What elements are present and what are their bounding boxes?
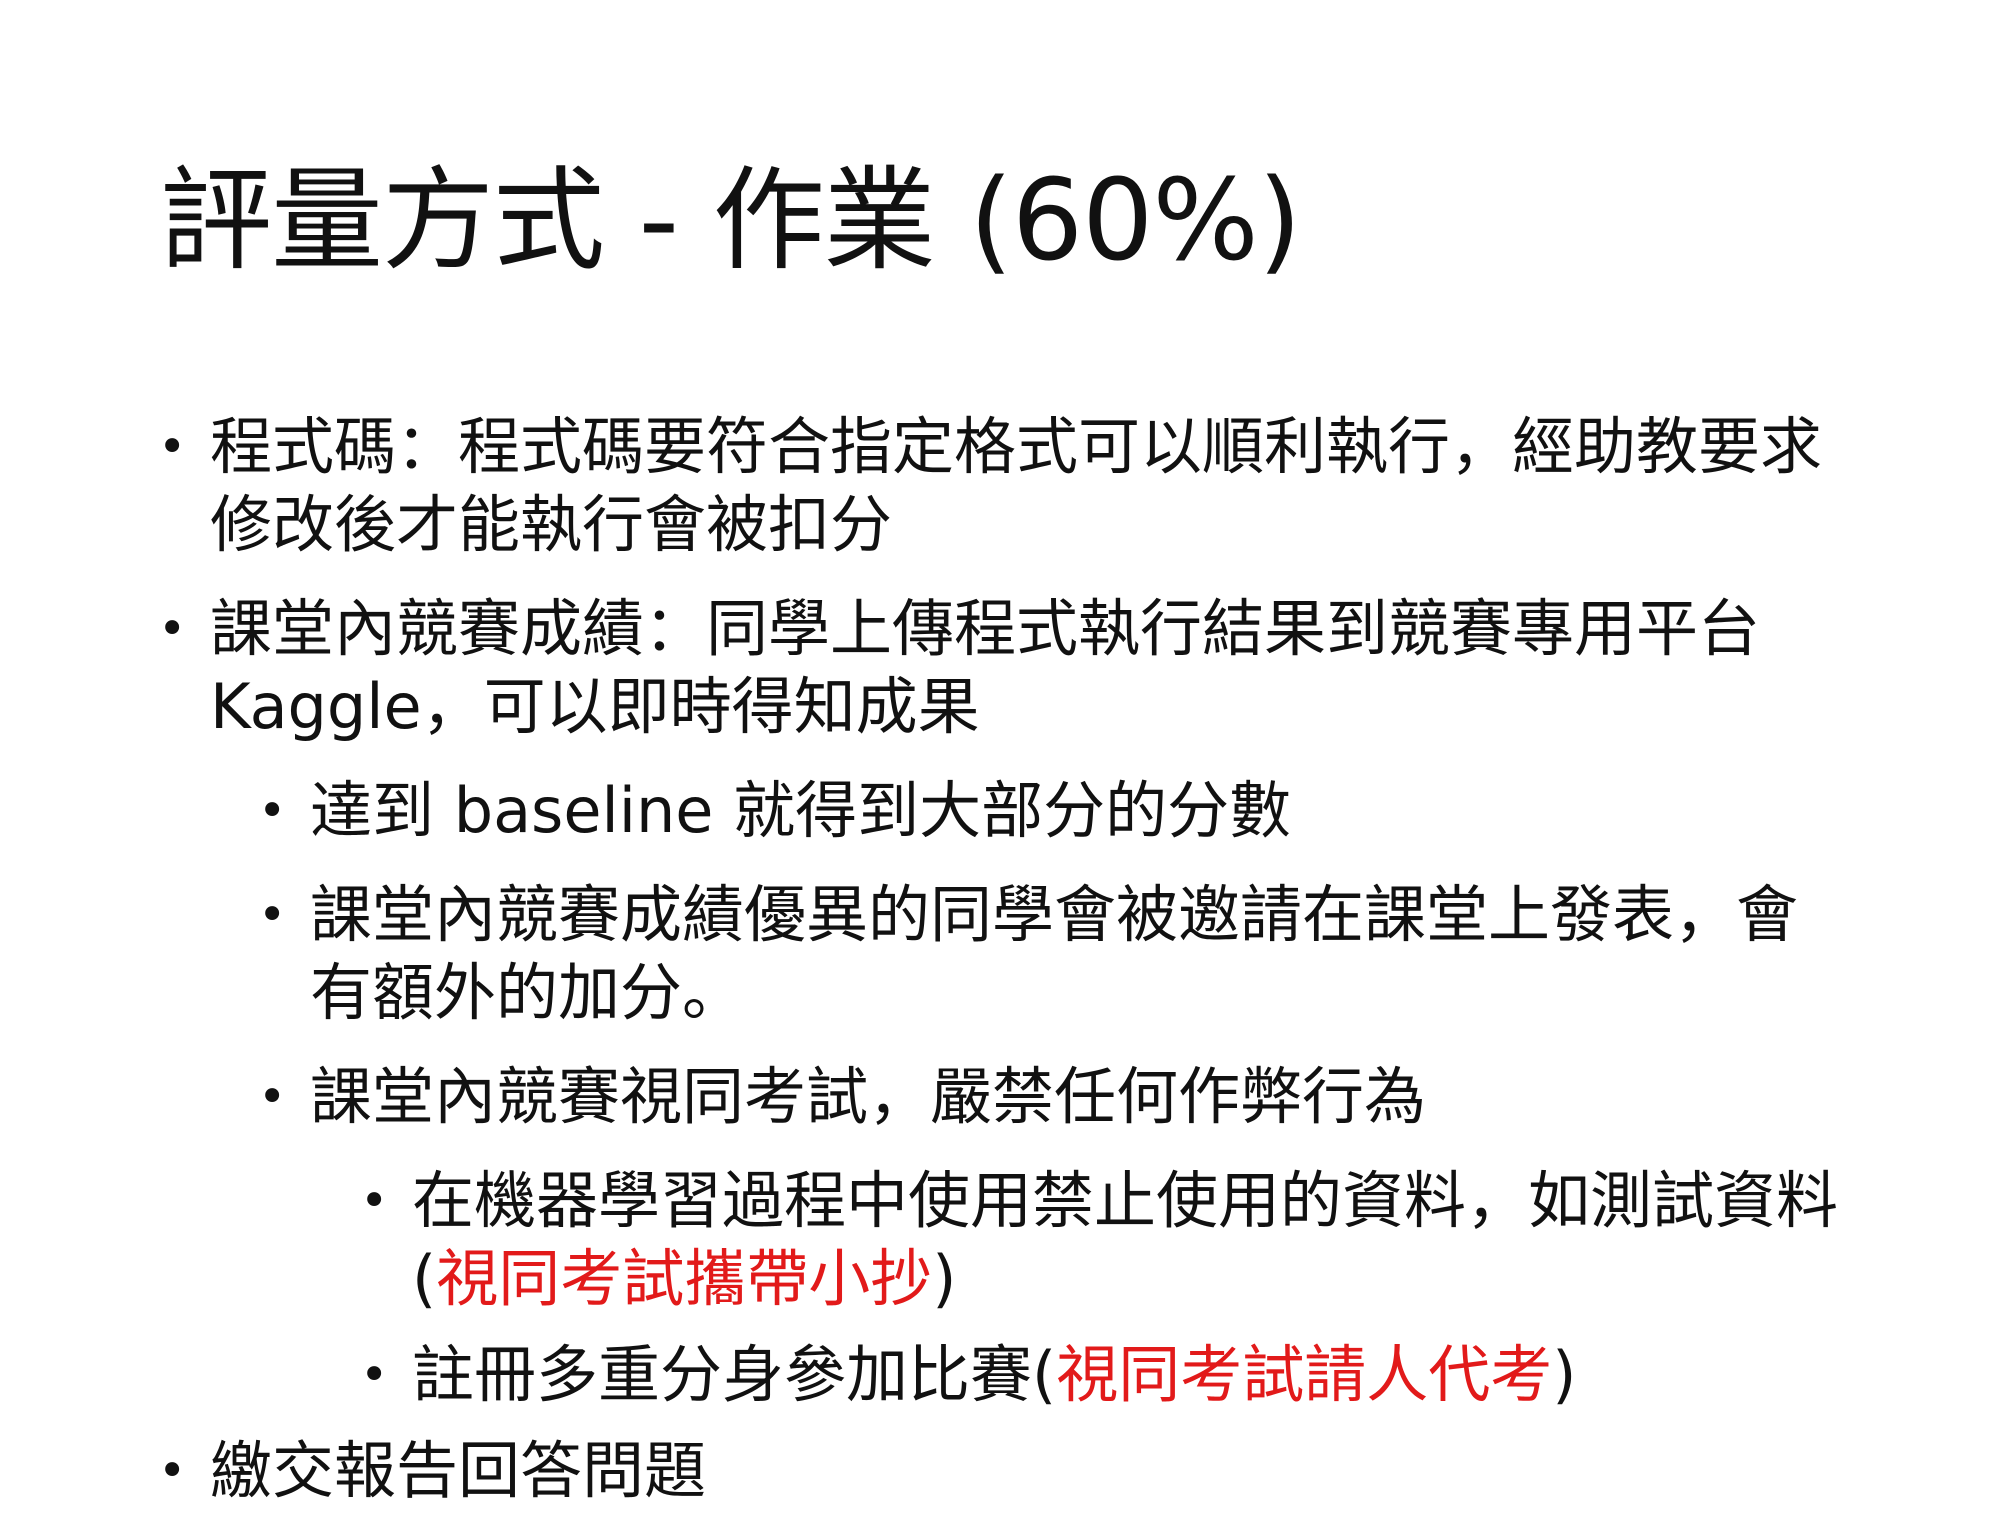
slide: 評量方式 - 作業 (60%) • 程式碼：程式碼要符合指定格式可以順利執行，經…	[0, 0, 2000, 1507]
sub-bullet-item: • 達到 baseline 就得到大部分的分數	[150, 772, 1850, 850]
bullet-dot-icon: •	[258, 1069, 287, 1125]
sub-bullet-item: • 課堂內競賽成績優異的同學會被邀請在課堂上發表，會有額外的加分。	[150, 876, 1850, 1032]
bullet-text-group: 在機器學習過程中使用禁止使用的資料，如測試資料(視同考試攜帶小抄)	[412, 1162, 1850, 1318]
bullet-text: 程式碼：程式碼要符合指定格式可以順利執行，經助教要求修改後才能執行會被扣分	[210, 410, 1823, 561]
bullet-text-group: 註冊多重分身參加比賽(視同考試請人代考)	[412, 1336, 1850, 1414]
bullet-item: • 課堂內競賽成績：同學上傳程式執行結果到競賽專用平台 Kaggle，可以即時得…	[150, 590, 1850, 746]
sub-bullet-item: • 課堂內競賽視同考試，嚴禁任何作弊行為	[150, 1058, 1850, 1136]
bullet-item: • 繳交報告回答問題	[150, 1432, 1850, 1510]
sub-sub-bullet-item: • 註冊多重分身參加比賽(視同考試請人代考)	[150, 1336, 1850, 1414]
bullet-text: 達到 baseline 就得到大部分的分數	[310, 774, 1292, 847]
bullet-dot-icon: •	[158, 419, 187, 475]
sub-sub-bullet-item: • 在機器學習過程中使用禁止使用的資料，如測試資料(視同考試攜帶小抄)	[150, 1162, 1850, 1318]
slide-title: 評量方式 - 作業 (60%)	[160, 156, 1302, 286]
bullet-dot-icon: •	[360, 1347, 389, 1403]
bullet-text: 繳交報告回答問題	[210, 1434, 707, 1507]
bullet-item: • 程式碼：程式碼要符合指定格式可以順利執行，經助教要求修改後才能執行會被扣分	[150, 408, 1850, 564]
bullet-dot-icon: •	[258, 783, 287, 839]
bullet-dot-icon: •	[258, 887, 287, 943]
bullet-text: 註冊多重分身參加比賽(	[412, 1338, 1057, 1411]
highlight-text: 視同考試請人代考	[1056, 1338, 1553, 1411]
bullet-dot-icon: •	[360, 1173, 389, 1229]
bullet-text: 課堂內競賽成績：同學上傳程式執行結果到競賽專用平台 Kaggle，可以即時得知成…	[210, 592, 1761, 743]
bullet-dot-icon: •	[158, 601, 187, 657]
bullet-text-suffix: )	[1552, 1338, 1577, 1411]
bullet-dot-icon: •	[158, 1443, 187, 1499]
bullet-text: 課堂內競賽視同考試，嚴禁任何作弊行為	[310, 1060, 1427, 1133]
bullet-list: • 程式碼：程式碼要符合指定格式可以順利執行，經助教要求修改後才能執行會被扣分 …	[150, 408, 1850, 1536]
bullet-text: 課堂內競賽成績優異的同學會被邀請在課堂上發表，會有額外的加分。	[310, 878, 1799, 1029]
bullet-text-suffix: )	[932, 1242, 957, 1315]
highlight-text: 視同考試攜帶小抄	[436, 1242, 933, 1315]
